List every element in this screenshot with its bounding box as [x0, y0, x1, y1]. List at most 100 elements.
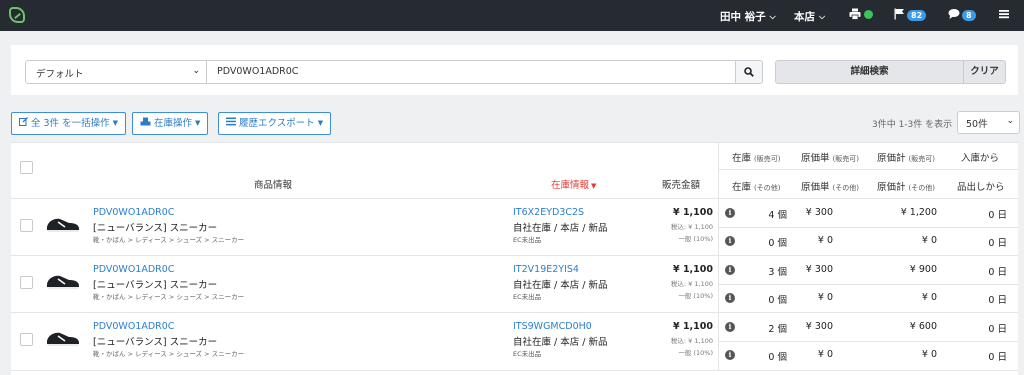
- row-checkbox[interactable]: [20, 219, 33, 232]
- clear-button[interactable]: クリア: [963, 60, 1006, 84]
- search-button[interactable]: [735, 60, 763, 84]
- days-since-in: 0 日: [988, 210, 1007, 221]
- store-menu[interactable]: 本店 ⌵: [794, 9, 825, 24]
- stock-other: 0 個: [768, 295, 787, 306]
- product-code-link[interactable]: PDV0WO1ADR0C: [93, 207, 174, 218]
- stock-sellable: 2 個: [768, 324, 787, 335]
- info-icon[interactable]: i: [725, 265, 735, 275]
- stock-code-link[interactable]: ITS9WGMCD0H0: [513, 321, 592, 332]
- unit-cost-sellable: ¥ 300: [805, 207, 833, 218]
- printer-icon: [849, 8, 861, 20]
- caret-down-icon: ▼: [195, 119, 201, 127]
- flag-icon: [894, 8, 904, 20]
- grid-line: [11, 198, 1018, 199]
- bulk-action-label: 全 3件 を一括操作: [31, 118, 110, 129]
- sale-price-tax: 税込: ¥ 1,100: [670, 223, 713, 231]
- total-cost-sellable: ¥ 600: [909, 321, 937, 332]
- advanced-search-button[interactable]: 詳細検索: [775, 60, 964, 84]
- grid-line: [11, 370, 1018, 371]
- days-since-out: 0 日: [988, 238, 1007, 249]
- search-panel: デフォルト ⌄ PDV0WO1ADR0C 詳細検索 クリア: [11, 45, 1018, 95]
- info-icon[interactable]: i: [725, 322, 735, 332]
- notifications-button[interactable]: 82: [894, 8, 927, 22]
- grid-line: [11, 255, 1018, 256]
- main-menu-button[interactable]: [999, 9, 1009, 22]
- messages-button[interactable]: 8: [948, 8, 976, 22]
- grid-line: [718, 341, 1018, 342]
- per-page-value: 50件: [966, 119, 988, 130]
- stock-code-link[interactable]: IT2V19E2YIS4: [513, 264, 579, 275]
- header-total-cost-other[interactable]: 原価計 (その他): [877, 179, 935, 193]
- per-page-select[interactable]: 50件 ⌄: [957, 111, 1020, 134]
- info-icon[interactable]: i: [725, 236, 735, 246]
- select-all-checkbox[interactable]: [20, 161, 33, 174]
- header-unit-cost-other[interactable]: 原価単 (その他): [801, 179, 859, 193]
- printer-button[interactable]: [849, 8, 861, 23]
- header-stock-label: 在庫: [732, 182, 752, 193]
- grid-line: [718, 169, 1018, 170]
- info-icon[interactable]: i: [725, 208, 735, 218]
- search-input[interactable]: PDV0WO1ADR0C: [206, 60, 736, 84]
- header-total-cost-sellable[interactable]: 原価計 (販売可): [877, 150, 935, 164]
- header-days-since-in[interactable]: 入庫から: [961, 150, 999, 164]
- product-name: [ニューバランス] スニーカー: [93, 223, 218, 234]
- unit-cost-sellable: ¥ 300: [805, 321, 833, 332]
- stock-code-link[interactable]: IT6X2EYD3C2S: [513, 207, 584, 218]
- chevron-down-icon: ⌵: [819, 12, 826, 21]
- header-product[interactable]: 商品情報: [254, 177, 292, 191]
- search-preset-select[interactable]: デフォルト ⌄: [25, 60, 207, 84]
- header-unit-cost-sellable[interactable]: 原価単 (販売可): [801, 150, 859, 164]
- days-since-out: 0 日: [988, 295, 1007, 306]
- header-stock-sub: (その他): [754, 184, 781, 192]
- store-name: 本店: [794, 11, 815, 23]
- caret-down-icon: ▼: [317, 119, 324, 127]
- user-menu[interactable]: 田中 裕子 ⌵: [720, 9, 776, 24]
- header-unit-cost-label: 原価単: [801, 153, 830, 164]
- header-stock-info-label: 在庫情報: [551, 180, 590, 191]
- product-code-link[interactable]: PDV0WO1ADR0C: [93, 321, 174, 332]
- bulk-action-button[interactable]: 全 3件 を一括操作 ▼: [11, 112, 126, 135]
- days-since-out: 0 日: [988, 352, 1007, 363]
- chevron-down-icon: ⌄: [192, 66, 200, 76]
- header-stock-other[interactable]: 在庫 (その他): [732, 179, 781, 193]
- chevron-down-icon: ⌵: [769, 12, 776, 21]
- chevron-down-icon: ⌄: [1006, 116, 1014, 126]
- header-unit-cost-label: 原価単: [801, 182, 830, 193]
- header-stock-sellable[interactable]: 在庫 (販売可): [732, 150, 781, 164]
- grid-line: [11, 312, 1018, 313]
- stock-sellable: 3 個: [768, 267, 787, 278]
- stock-other: 0 個: [768, 238, 787, 249]
- printer-status-indicator: [864, 10, 873, 19]
- product-name: [ニューバランス] スニーカー: [93, 280, 218, 291]
- product-thumbnail[interactable]: [45, 214, 81, 234]
- tax-type: 一般 (10%): [678, 292, 713, 300]
- stock-action-button[interactable]: 在庫操作 ▼: [132, 112, 209, 135]
- row-checkbox[interactable]: [20, 276, 33, 289]
- row-checkbox[interactable]: [20, 333, 33, 346]
- sort-desc-icon: ▼: [591, 182, 597, 190]
- total-cost-other: ¥ 0: [921, 235, 937, 246]
- product-thumbnail[interactable]: [45, 328, 81, 348]
- product-code-link[interactable]: PDV0WO1ADR0C: [93, 264, 174, 275]
- tax-type: 一般 (10%): [678, 235, 713, 243]
- top-navbar: 田中 裕子 ⌵ 本店 ⌵ 82 8: [0, 0, 1024, 31]
- stock-location: 自社在庫 / 本店 / 新品: [513, 280, 608, 291]
- leaf-logo-icon[interactable]: [9, 7, 25, 23]
- search-query: PDV0WO1ADR0C: [217, 66, 299, 77]
- header-sale-price[interactable]: 販売金額: [662, 177, 700, 191]
- header-total-cost-label: 原価計: [877, 182, 906, 193]
- total-cost-sellable: ¥ 900: [909, 264, 937, 275]
- sale-price: ¥ 1,100: [673, 264, 713, 275]
- history-export-button[interactable]: 履歴エクスポート ▼: [218, 112, 332, 135]
- stock-table: 商品情報 在庫情報 ▼ 販売金額 在庫 (販売可) 在庫 (その他) 原価単 (販…: [11, 142, 1018, 375]
- days-since-in: 0 日: [988, 324, 1007, 335]
- grid-line: [11, 142, 1018, 143]
- info-icon[interactable]: i: [725, 350, 735, 360]
- product-name: [ニューバランス] スニーカー: [93, 337, 218, 348]
- info-icon[interactable]: i: [725, 293, 735, 303]
- ec-status: EC未出品: [513, 293, 542, 301]
- header-stock-info[interactable]: 在庫情報 ▼: [551, 177, 596, 191]
- hamburger-icon: [999, 10, 1009, 19]
- header-days-since-out[interactable]: 品出しから: [957, 179, 1005, 193]
- product-thumbnail[interactable]: [45, 271, 81, 291]
